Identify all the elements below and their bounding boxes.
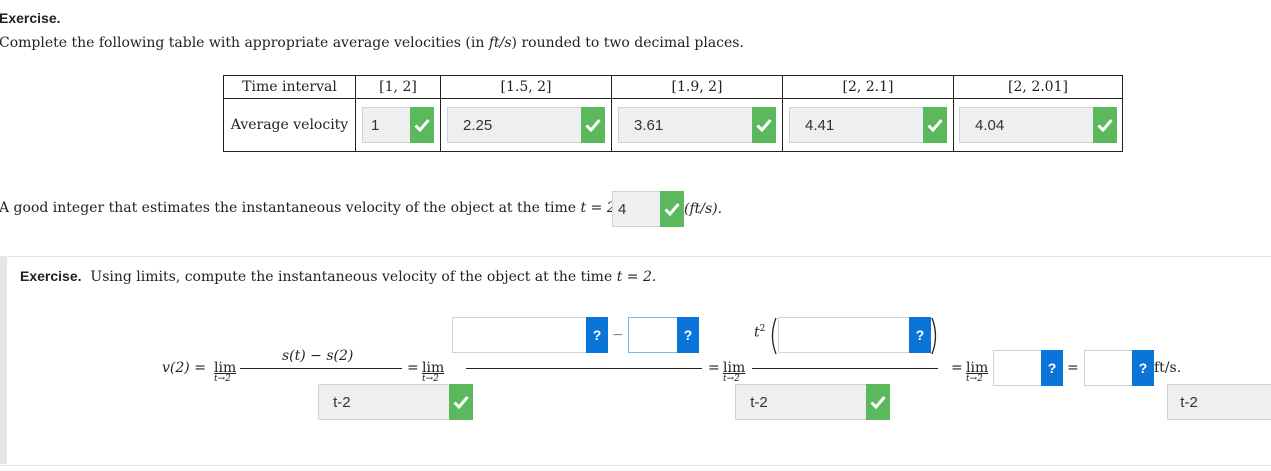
answer-field[interactable]: 2.25: [447, 107, 605, 143]
final-unit: ft/s.: [1154, 360, 1182, 376]
denominator-field[interactable]: t-2: [318, 384, 474, 420]
exercise2-title: Exercise.: [20, 268, 82, 284]
answer-value: 1: [371, 117, 380, 134]
fraction-bar: [752, 368, 938, 369]
left-paren: [771, 317, 777, 355]
answer-field[interactable]: 3.61: [618, 107, 776, 143]
answer-cell: 4.04: [953, 98, 1123, 152]
exponent: 2: [759, 324, 766, 334]
help-button[interactable]: ?: [586, 317, 608, 353]
equals-sign: =: [407, 360, 419, 376]
lim-subscript: t→2: [966, 374, 983, 384]
estimate-time-expr: t = 2: [580, 200, 616, 216]
right-paren: [931, 317, 937, 355]
estimate-answer-field[interactable]: 4: [612, 191, 684, 227]
answer-value: 4.04: [975, 117, 1005, 134]
v2-label: v(2) =: [162, 360, 206, 376]
lim-subscript: t→2: [422, 374, 439, 384]
answer-value: t-2: [750, 394, 768, 411]
answer-value: t-2: [1180, 394, 1198, 411]
help-button[interactable]: ?: [1132, 350, 1154, 386]
answer-value: 4: [618, 201, 627, 218]
equals-sign: =: [708, 360, 720, 376]
answer-field[interactable]: 1: [362, 107, 434, 143]
correct-check-icon: [449, 384, 474, 420]
minus-sign: −: [612, 327, 624, 343]
exercise2-text: Using limits, compute the instantaneous …: [90, 269, 617, 285]
fraction-bar: [466, 368, 702, 369]
estimate-sentence: A good integer that estimates the instan…: [0, 200, 632, 216]
correct-check-icon: [866, 384, 891, 420]
velocity-table: Time interval [1, 2] [1.5, 2] [1.9, 2] […: [223, 75, 1123, 152]
numerator-blank-2[interactable]: ?: [628, 317, 699, 353]
paren-blank[interactable]: ?: [778, 317, 931, 353]
t-squared: t2: [754, 324, 765, 341]
correct-check-icon: [752, 107, 776, 143]
correct-check-icon: [581, 107, 605, 143]
correct-check-icon: [410, 107, 434, 143]
answer-field[interactable]: 4.41: [789, 107, 947, 143]
final-answer-blank[interactable]: ?: [1084, 350, 1154, 386]
correct-check-icon: [923, 107, 947, 143]
instruction-text: Complete the following table with approp…: [0, 35, 489, 51]
row-label-average-velocity: Average velocity: [223, 98, 356, 152]
help-button[interactable]: ?: [909, 317, 931, 353]
panel-accent-bar: [0, 256, 7, 464]
interval-header: [2, 2.01]: [953, 75, 1123, 99]
exercise2-statement: Exercise. Using limits, compute the inst…: [20, 268, 656, 285]
answer-value: 4.41: [805, 117, 835, 134]
equals-sign: =: [1067, 360, 1079, 376]
answer-field[interactable]: 4.04: [959, 107, 1117, 143]
lim-subscript: t→2: [214, 374, 231, 384]
lim-subscript: t→2: [723, 374, 740, 384]
interval-header: [1.9, 2]: [611, 75, 783, 99]
answer-cell: 4.41: [782, 98, 954, 152]
answer-value: 2.25: [463, 117, 493, 134]
interval-header: [1.5, 2]: [440, 75, 612, 99]
limit-result-blank[interactable]: ?: [993, 350, 1063, 386]
numerator-blank-1[interactable]: ?: [452, 317, 608, 353]
numerator-s-difference: s(t) − s(2): [282, 348, 354, 364]
interval-header: [2, 2.1]: [782, 75, 954, 99]
correct-check-icon: [1093, 107, 1117, 143]
denominator-field[interactable]: t-2: [1167, 384, 1271, 420]
help-button[interactable]: ?: [677, 317, 699, 353]
exercise-instruction: Complete the following table with approp…: [0, 35, 744, 51]
exercise2-time-expr: t = 2.: [616, 269, 657, 285]
correct-check-icon: [660, 191, 684, 227]
fraction-bar: [240, 368, 402, 369]
instruction-text-end: ) rounded to two decimal places.: [511, 35, 744, 51]
exercise-title: Exercise.: [0, 10, 61, 26]
equals-sign: =: [951, 360, 963, 376]
answer-cell: 1: [355, 98, 441, 152]
answer-value: t-2: [333, 394, 351, 411]
interval-header: [1, 2]: [355, 75, 441, 99]
estimate-unit: (ft/s).: [684, 201, 723, 217]
denominator-field[interactable]: t-2: [735, 384, 891, 420]
answer-cell: 3.61: [611, 98, 783, 152]
answer-value: 3.61: [634, 117, 664, 134]
answer-cell: 2.25: [440, 98, 612, 152]
instruction-unit: ft/s: [488, 35, 512, 51]
help-button[interactable]: ?: [1041, 350, 1063, 386]
header-time-interval: Time interval: [223, 75, 356, 99]
estimate-text: A good integer that estimates the instan…: [0, 200, 581, 216]
